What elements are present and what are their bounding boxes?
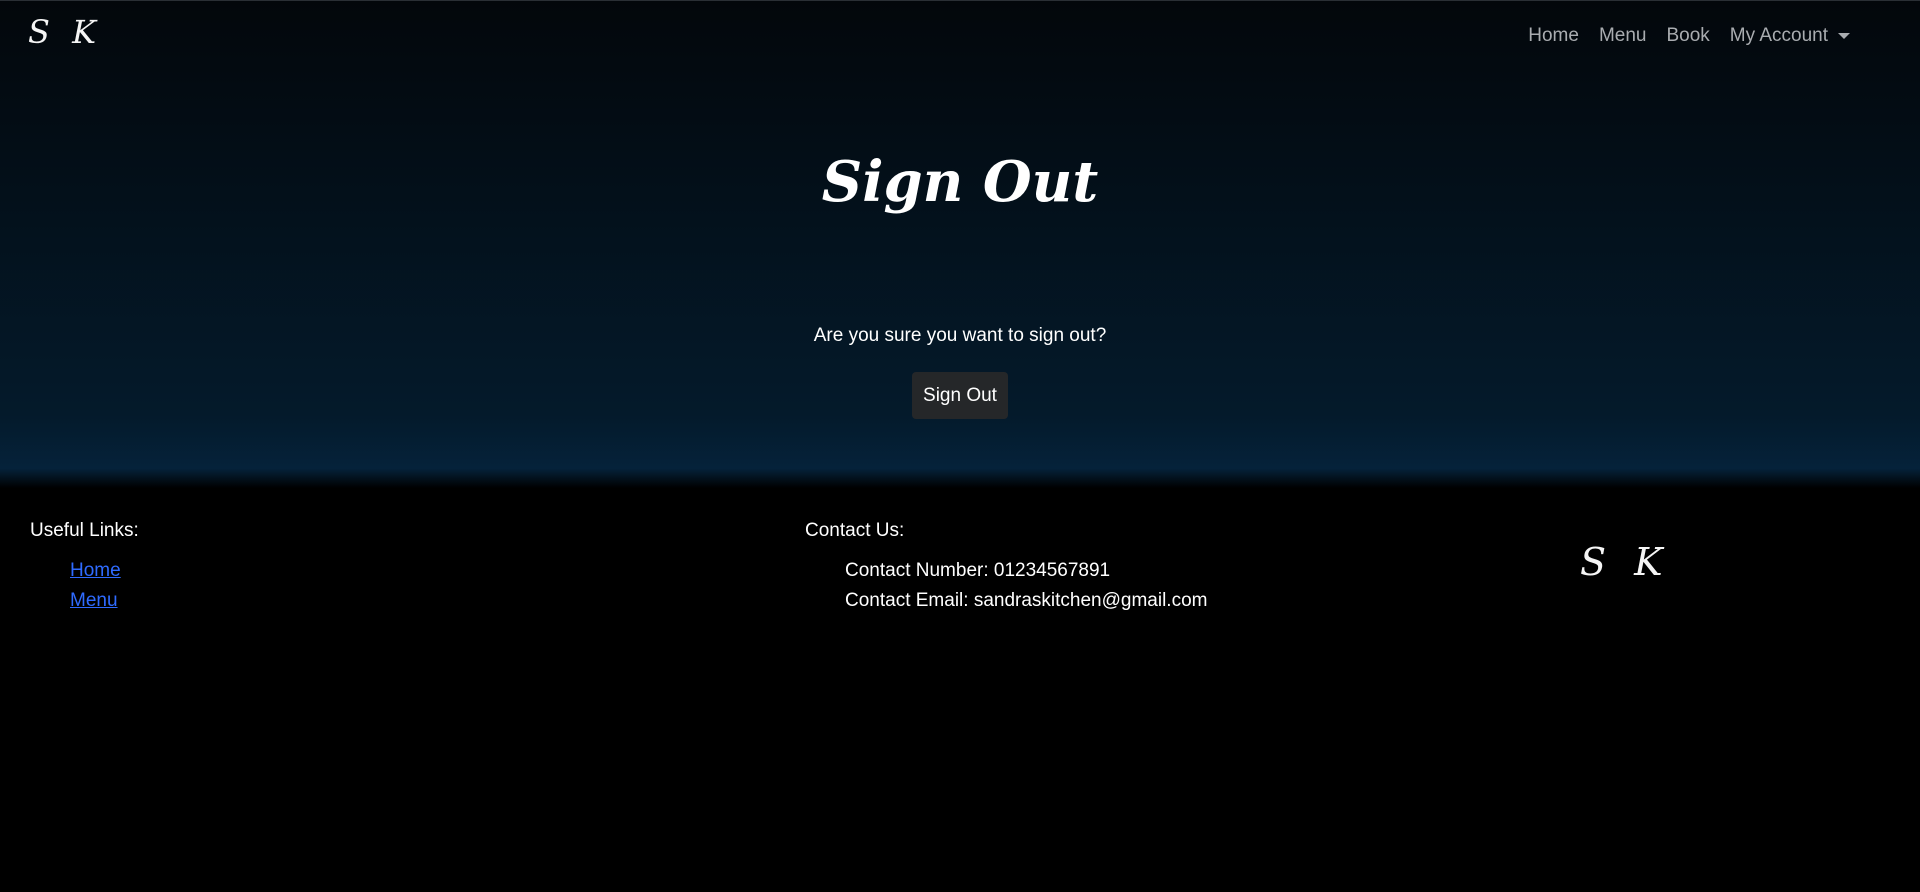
footer-brand-logo: S K	[1580, 540, 1671, 584]
caret-down-icon	[1838, 33, 1850, 39]
footer-link-menu[interactable]: Menu	[70, 590, 118, 611]
nav-link-home[interactable]: Home	[1528, 25, 1579, 47]
nav-dropdown-label: My Account	[1729, 25, 1828, 46]
nav-link-menu[interactable]: Menu	[1599, 25, 1647, 47]
footer-link-home[interactable]: Home	[70, 560, 121, 581]
navbar-brand-logo[interactable]: S K	[28, 13, 102, 51]
nav-dropdown-my-account[interactable]: My Account	[1730, 25, 1850, 47]
nav-link-book[interactable]: Book	[1666, 25, 1709, 47]
footer-useful-links-heading: Useful Links:	[30, 520, 139, 541]
hero-section: S K Home Menu Book My Account Sign Out A…	[0, 0, 1920, 488]
confirm-message: Are you sure you want to sign out?	[813, 325, 1107, 346]
footer-contact-list: Contact Number: 01234567891 Contact Emai…	[805, 556, 1207, 616]
list-item: Home	[70, 556, 139, 586]
contact-number: Contact Number: 01234567891	[845, 560, 1111, 581]
contact-email: Contact Email: sandraskitchen@gmail.com	[845, 590, 1208, 611]
page-title: Sign Out	[821, 149, 1099, 215]
footer-useful-links: Useful Links: Home Menu	[30, 520, 139, 616]
sign-out-button[interactable]: Sign Out	[912, 372, 1008, 419]
footer-contact: Contact Us: Contact Number: 01234567891 …	[805, 520, 1207, 616]
page: S K Home Menu Book My Account Sign Out A…	[0, 0, 1920, 892]
list-item: Menu	[70, 586, 139, 616]
footer-contact-heading: Contact Us:	[805, 520, 905, 541]
footer-useful-links-list: Home Menu	[30, 556, 139, 616]
navbar: Home Menu Book My Account	[1508, 25, 1850, 47]
